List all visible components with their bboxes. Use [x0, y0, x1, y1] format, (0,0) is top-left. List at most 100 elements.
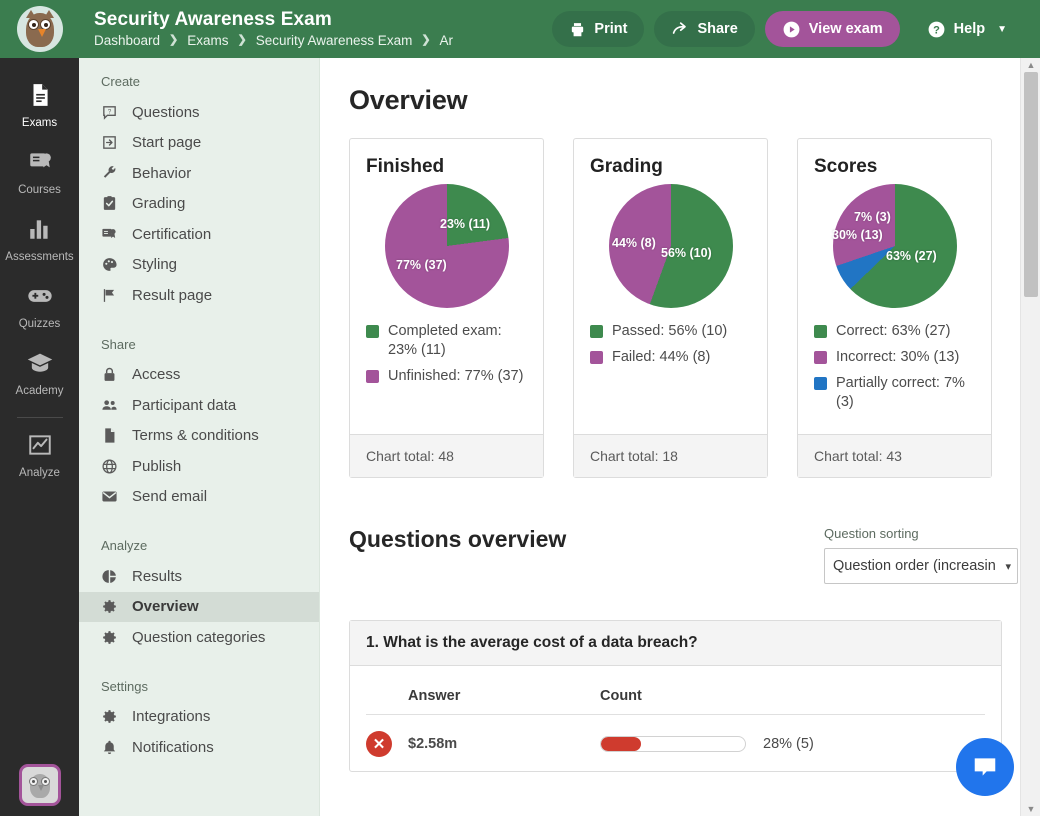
rail-item-courses[interactable]: Courses: [0, 139, 79, 206]
rail-item-analyze[interactable]: Analyze: [0, 422, 79, 489]
share-button[interactable]: Share: [654, 11, 754, 47]
sidebar-item-certification[interactable]: Certification: [79, 219, 319, 250]
sidebar-item-behavior[interactable]: Behavior: [79, 158, 319, 189]
legend-label: Partially correct: 7% (3): [836, 374, 975, 412]
legend-item[interactable]: Partially correct: 7% (3): [814, 374, 975, 412]
sidebar-group-create-title: Create: [79, 58, 319, 97]
sidebar-item-questions[interactable]: ? Questions: [79, 97, 319, 128]
sidebar-item-result-page[interactable]: Result page: [79, 280, 319, 311]
sidebar-item-access[interactable]: Access: [79, 360, 319, 391]
pie-chart-icon: [101, 568, 119, 585]
sidebar-item-start-page[interactable]: Start page: [79, 128, 319, 159]
owl-avatar-icon: [17, 6, 63, 52]
breadcrumb-item-current[interactable]: Ar: [440, 32, 454, 49]
sidebar-item-send-email[interactable]: Send email: [79, 482, 319, 513]
sidebar-item-terms-conditions[interactable]: Terms & conditions: [79, 421, 319, 452]
rail-item-exams-label: Exams: [0, 117, 79, 130]
play-circle-icon: [782, 20, 801, 39]
chat-bubble-icon: [971, 753, 999, 781]
legend-item[interactable]: Completed exam: 23% (11): [366, 322, 527, 360]
lock-icon: [101, 366, 119, 383]
sidebar-item-results[interactable]: Results: [79, 561, 319, 592]
rail-item-analyze-label: Analyze: [0, 467, 79, 480]
breadcrumb-item-exams[interactable]: Exams: [187, 32, 228, 49]
secondary-sidebar: Create ? Questions Start page: [79, 58, 320, 816]
pie-slice-label: 7% (3): [854, 210, 891, 224]
sidebar-item-overview[interactable]: Overview: [79, 592, 319, 623]
account-avatar-button[interactable]: [0, 764, 79, 806]
globe-icon: [101, 458, 119, 475]
legend-swatch: [366, 325, 379, 338]
pie-chart-scores[interactable]: [833, 184, 957, 308]
sidebar-item-start-page-label: Start page: [132, 134, 201, 151]
sidebar-item-participant-data-label: Participant data: [132, 397, 236, 414]
clipboard-check-icon: [101, 195, 119, 212]
breadcrumb-item-exam-name[interactable]: Security Awareness Exam: [256, 32, 413, 49]
palette-icon: [101, 256, 119, 273]
count-label: 28% (5): [763, 736, 814, 752]
chat-widget-button[interactable]: [956, 738, 1014, 796]
breadcrumb-separator-icon: ❯: [421, 32, 430, 49]
page-title: Overview: [320, 58, 1020, 116]
users-icon: [101, 397, 119, 414]
sidebar-item-participant-data[interactable]: Participant data: [79, 390, 319, 421]
wrench-icon: [101, 165, 119, 182]
page-scrollbar[interactable]: ▲ ▼: [1020, 58, 1040, 816]
sidebar-item-grading[interactable]: Grading: [79, 189, 319, 220]
legend-item[interactable]: Passed: 56% (10): [590, 322, 751, 341]
help-button[interactable]: ? Help ▼: [910, 11, 1024, 47]
table-row: ✕ $2.58m 28% (5): [366, 715, 985, 771]
sidebar-item-question-categories-label: Question categories: [132, 629, 265, 646]
share-label: Share: [697, 21, 737, 37]
legend-item[interactable]: Unfinished: 77% (37): [366, 367, 527, 386]
table-header-row: Answer Count: [366, 676, 985, 715]
logo[interactable]: [0, 0, 79, 58]
bell-icon: [101, 739, 119, 756]
legend-swatch: [590, 351, 603, 364]
scrollbar-thumb[interactable]: [1024, 72, 1038, 297]
question-heading: 1. What is the average cost of a data br…: [350, 621, 1001, 666]
view-exam-button[interactable]: View exam: [765, 11, 900, 47]
rail-item-assessments[interactable]: Assessments: [0, 206, 79, 273]
sidebar-item-publish[interactable]: Publish: [79, 451, 319, 482]
sidebar-item-notifications[interactable]: Notifications: [79, 732, 319, 763]
sidebar-item-integrations-label: Integrations: [132, 708, 210, 725]
sidebar-item-styling[interactable]: Styling: [79, 250, 319, 281]
legend-swatch: [366, 370, 379, 383]
breadcrumb-item-dashboard[interactable]: Dashboard: [94, 32, 160, 49]
print-button[interactable]: Print: [552, 11, 644, 47]
rail-item-exams[interactable]: Exams: [0, 72, 79, 139]
scroll-up-arrow-icon[interactable]: ▲: [1021, 58, 1040, 72]
sidebar-item-question-categories[interactable]: Question categories: [79, 622, 319, 653]
chart-title-scores: Scores: [814, 156, 975, 178]
legend-swatch: [814, 377, 827, 390]
sidebar-item-integrations[interactable]: Integrations: [79, 702, 319, 733]
rail-item-academy-label: Academy: [0, 385, 79, 398]
pie-slice-label: 30% (13): [832, 228, 883, 242]
gear-icon: [101, 598, 119, 615]
legend-swatch: [814, 325, 827, 338]
legend-item[interactable]: Correct: 63% (27): [814, 322, 975, 341]
rail-item-academy[interactable]: Academy: [0, 340, 79, 407]
gear-icon: [101, 629, 119, 646]
rail-item-quizzes[interactable]: Quizzes: [0, 273, 79, 340]
question-circle-icon: ?: [927, 20, 946, 39]
legend-item[interactable]: Failed: 44% (8): [590, 348, 751, 367]
question-sorting-select[interactable]: Question order (increasing): [824, 548, 1018, 584]
sidebar-item-behavior-label: Behavior: [132, 165, 191, 182]
count-bar: [600, 736, 746, 752]
rail-item-quizzes-label: Quizzes: [0, 318, 79, 331]
sidebar-group-share-title: Share: [79, 321, 319, 360]
legend-item[interactable]: Incorrect: 30% (13): [814, 348, 975, 367]
file-icon: [101, 427, 119, 444]
pie-holder-finished: 23% (11) 77% (37): [366, 184, 527, 308]
page-exam-title: Security Awareness Exam: [94, 9, 453, 31]
rail-divider: [17, 417, 63, 418]
pie-chart-finished[interactable]: [385, 184, 509, 308]
share-arrow-icon: [671, 21, 689, 38]
chart-card-grading: Grading 56% (10) 44% (8) Passed: 56% (10…: [573, 138, 768, 478]
sidebar-item-terms-conditions-label: Terms & conditions: [132, 427, 259, 444]
owl-avatar-grayscale-icon: [19, 764, 61, 806]
chart-total-finished: Chart total: 48: [350, 434, 543, 477]
scroll-down-arrow-icon[interactable]: ▼: [1021, 802, 1040, 816]
